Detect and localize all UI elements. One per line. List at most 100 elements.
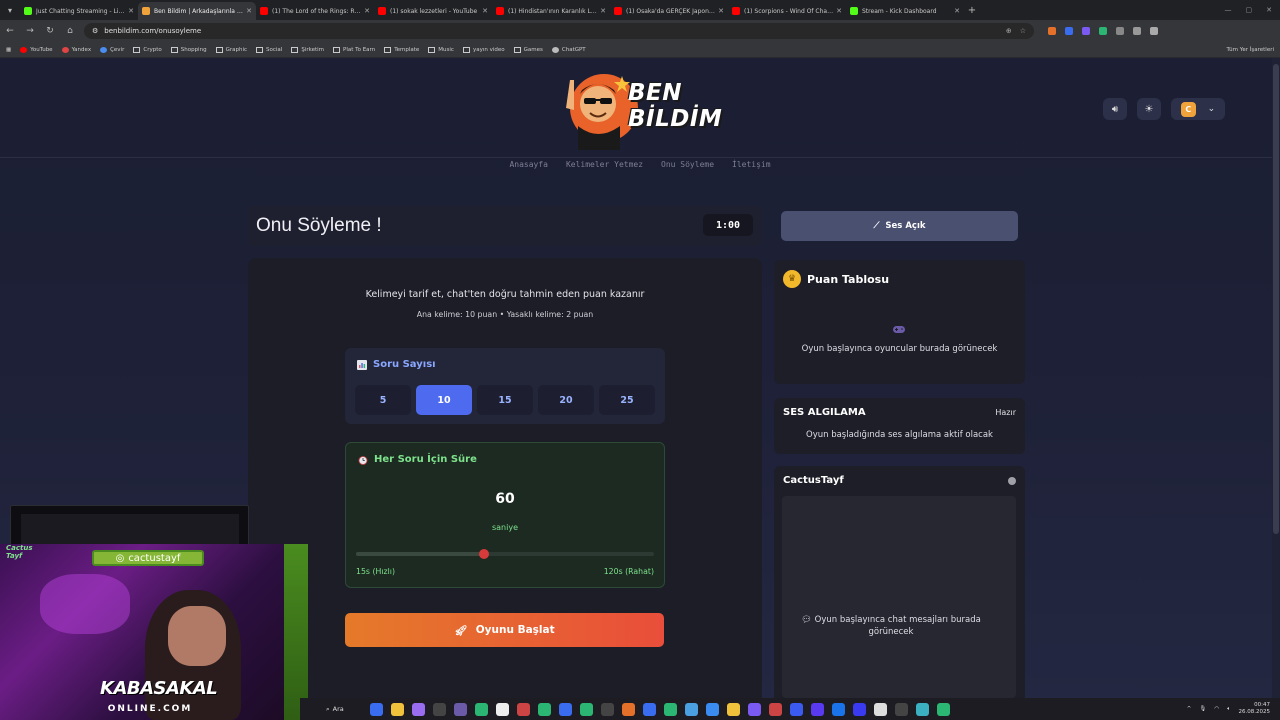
apps-grid-icon[interactable]: ▦ (6, 47, 11, 53)
browser-tab[interactable]: (1) Hindistan'ının Karanlık Lezzet ✕ (492, 2, 610, 20)
mic-icon[interactable]: 🎙︎ (1199, 706, 1206, 712)
menu-dots-icon[interactable] (1150, 27, 1158, 35)
taskbar-app-icon[interactable] (538, 702, 551, 716)
taskbar-app-icon[interactable] (454, 702, 467, 716)
nav-onu-soyleme[interactable]: Onu Söyleme (661, 160, 714, 176)
taskbar-app-icon[interactable] (748, 702, 761, 716)
browser-tab[interactable]: Stream - Kick Dashboard ✕ (846, 2, 964, 20)
tab-close-icon[interactable]: ✕ (246, 7, 252, 15)
clock[interactable]: 00:47 26.08.2025 (1239, 702, 1271, 716)
theme-toggle-button[interactable]: ☀ (1137, 98, 1161, 120)
question-count-option-20[interactable]: 20 (538, 385, 594, 415)
new-tab-button[interactable]: + (964, 5, 980, 16)
bookmark-item[interactable]: Çevir (100, 46, 124, 53)
tab-close-icon[interactable]: ✕ (364, 7, 370, 15)
taskbar-app-icon[interactable] (811, 702, 824, 716)
tab-close-icon[interactable]: ✕ (954, 7, 960, 15)
taskbar-app-icon[interactable] (790, 702, 803, 716)
reload-icon[interactable]: ↻ (44, 26, 56, 36)
volume-button[interactable]: 🔊︎ (1103, 98, 1127, 120)
volume-icon[interactable]: 🔈︎ (1227, 706, 1230, 713)
browser-tab[interactable]: Ben Bildim | Arkadaşlarınla Onl ✕ (138, 2, 256, 20)
bookmark-item[interactable]: Music (428, 46, 454, 53)
tab-close-icon[interactable]: ✕ (600, 7, 606, 15)
taskbar-app-icon[interactable] (517, 702, 530, 716)
profile-icon[interactable] (1133, 27, 1141, 35)
forward-icon[interactable]: → (24, 26, 36, 36)
chevron-up-icon[interactable]: ^ (1187, 706, 1192, 712)
taskbar-app-icon[interactable] (916, 702, 929, 716)
bookmark-item[interactable]: Template (384, 46, 419, 53)
bookmark-item[interactable]: Plat To Earn (333, 46, 375, 53)
taskbar-app-icon[interactable] (895, 702, 908, 716)
nav-home[interactable]: Anasayfa (509, 160, 548, 176)
taskbar-app-icon[interactable] (559, 702, 572, 716)
bookmark-item[interactable]: Şirketim (291, 46, 324, 53)
question-count-option-5[interactable]: 5 (355, 385, 411, 415)
bookmark-item[interactable]: Shopping (170, 46, 207, 53)
time-slider[interactable] (356, 549, 654, 559)
taskbar-app-icon[interactable] (580, 702, 593, 716)
taskbar-app-icon[interactable] (664, 702, 677, 716)
question-count-option-10[interactable]: 10 (416, 385, 472, 415)
bookmark-item[interactable]: Games (513, 46, 543, 53)
taskbar-app-icon[interactable] (685, 702, 698, 716)
browser-tab[interactable]: Just Chatting Streaming - Live ✕ (20, 2, 138, 20)
browser-tab[interactable]: (1) Scorpions - Wind Of Chang ✕ (728, 2, 846, 20)
browser-tab[interactable]: (1) Osaka'da GERÇEK Japon Sok ✕ (610, 2, 728, 20)
taskbar-app-icon[interactable] (496, 702, 509, 716)
taskbar-app-icon[interactable] (937, 702, 950, 716)
start-game-button[interactable]: 🚀︎ Oyunu Başlat (345, 613, 664, 647)
taskbar-app-icon[interactable] (706, 702, 719, 716)
wifi-icon[interactable]: ◠ (1214, 706, 1219, 712)
question-count-option-25[interactable]: 25 (599, 385, 655, 415)
taskbar-app-icon[interactable] (832, 702, 845, 716)
back-icon[interactable]: ← (4, 26, 16, 36)
user-menu-button[interactable]: C ⌄ (1171, 98, 1225, 120)
all-bookmarks[interactable]: Tüm Yer İşaretleri (1227, 47, 1274, 53)
taskbar-search[interactable]: ⌕ Ara (326, 702, 362, 716)
browser-tab[interactable]: (1) sokak lezzetleri - YouTube ✕ (374, 2, 492, 20)
taskbar-app-icon[interactable] (433, 702, 446, 716)
scrollbar-thumb[interactable] (1273, 64, 1279, 534)
taskbar-app-icon[interactable] (853, 702, 866, 716)
bookmark-item[interactable]: YouTube (20, 46, 53, 53)
extension-icon[interactable] (1065, 27, 1073, 35)
bookmark-item[interactable]: Yandex (61, 46, 91, 53)
taskbar-app-icon[interactable] (601, 702, 614, 716)
bookmark-item[interactable]: Crypto (133, 46, 162, 53)
taskbar-app-icon[interactable] (874, 702, 887, 716)
slider-handle[interactable] (478, 549, 489, 559)
bookmark-star-icon[interactable]: ☆ (1020, 27, 1026, 35)
page-scrollbar[interactable] (1272, 58, 1280, 698)
extension-icon[interactable] (1082, 27, 1090, 35)
browser-tab[interactable]: (1) The Lord of the Rings: Riven ✕ (256, 2, 374, 20)
taskbar-app-icon[interactable] (622, 702, 635, 716)
bookmark-item[interactable]: Graphic (215, 46, 247, 53)
taskbar-app-icon[interactable] (370, 702, 383, 716)
taskbar-app-icon[interactable] (412, 702, 425, 716)
home-icon[interactable]: ⌂ (64, 26, 76, 36)
bookmark-item[interactable]: Social (256, 46, 282, 53)
extension-icon[interactable] (1048, 27, 1056, 35)
tab-close-icon[interactable]: ✕ (836, 7, 842, 15)
nav-iletisim[interactable]: İletişim (732, 160, 771, 176)
taskbar-app-icon[interactable] (391, 702, 404, 716)
nav-kelimeler-yetmez[interactable]: Kelimeler Yetmez (566, 160, 643, 176)
tab-close-icon[interactable]: ✕ (128, 7, 134, 15)
tab-close-icon[interactable]: ✕ (482, 7, 488, 15)
close-window-icon[interactable]: ✕ (1266, 6, 1272, 14)
maximize-icon[interactable]: ▢ (1246, 6, 1253, 14)
puzzle-icon[interactable] (1116, 27, 1124, 35)
tab-close-icon[interactable]: ✕ (718, 7, 724, 15)
zoom-icon[interactable]: ⊕ (1006, 27, 1012, 35)
question-count-option-15[interactable]: 15 (477, 385, 533, 415)
extension-icon[interactable] (1099, 27, 1107, 35)
tab-search-icon[interactable]: ▾ (0, 0, 20, 20)
chat-messages-area[interactable] (782, 496, 1016, 698)
bookmark-item[interactable]: yayın video (462, 46, 505, 53)
taskbar-app-icon[interactable] (475, 702, 488, 716)
taskbar-app-icon[interactable] (643, 702, 656, 716)
site-info-icon[interactable]: ⚙ (92, 27, 98, 35)
minimize-icon[interactable]: — (1225, 6, 1232, 14)
